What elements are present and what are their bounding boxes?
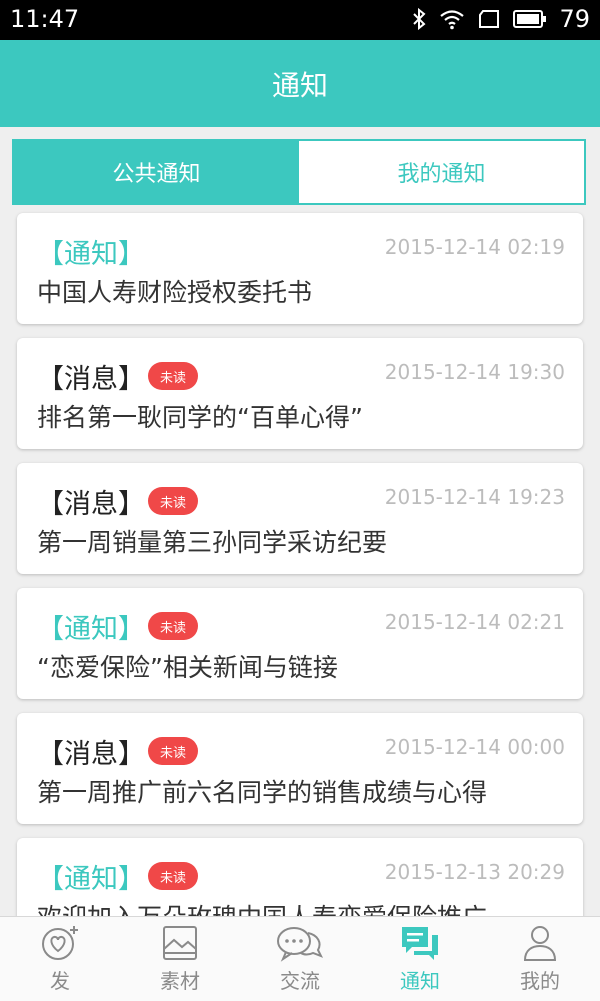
bottom-nav: 发 素材 交流 通知 我的 xyxy=(0,916,600,1001)
nav-item-profile[interactable]: 我的 xyxy=(480,917,600,1001)
wifi-icon xyxy=(439,8,465,30)
bluetooth-icon xyxy=(411,7,427,31)
notification-time: 2015-12-14 19:30 xyxy=(384,360,565,384)
notification-title: 第一周销量第三孙同学采访纪要 xyxy=(37,528,388,557)
notification-type: 【消息】 xyxy=(37,489,145,520)
sim-card-icon xyxy=(477,8,501,30)
notification-type: 【通知】 xyxy=(37,614,145,645)
notification-time: 2015-12-14 19:23 xyxy=(384,485,565,509)
tab-my-notifications[interactable]: 我的通知 xyxy=(299,141,584,203)
notification-tabs: 公共通知 我的通知 xyxy=(12,139,586,205)
notification-time: 2015-12-14 02:21 xyxy=(384,610,565,634)
list-item[interactable]: 【通知】 2015-12-14 02:19 中国人寿财险授权委托书 xyxy=(17,213,583,324)
nav-item-notifications[interactable]: 通知 xyxy=(360,917,480,1001)
tab-public-notifications[interactable]: 公共通知 xyxy=(14,141,299,203)
picture-icon xyxy=(158,923,202,965)
notification-title: 排名第一耿同学的“百单心得” xyxy=(37,403,363,432)
page-title: 通知 xyxy=(271,68,328,102)
list-item[interactable]: 【消息】 未读 2015-12-14 00:00 第一周推广前六名同学的销售成绩… xyxy=(17,713,583,824)
battery-icon xyxy=(513,9,547,29)
notification-title: 第一周推广前六名同学的销售成绩与心得 xyxy=(37,778,488,807)
list-item[interactable]: 【通知】 未读 2015-12-14 02:21 “恋爱保险”相关新闻与链接 xyxy=(17,588,583,699)
status-icons: 79 xyxy=(411,5,590,33)
unread-badge: 未读 xyxy=(148,362,198,390)
status-time: 11:47 xyxy=(10,5,80,33)
person-icon xyxy=(518,923,562,965)
nav-label: 发 xyxy=(50,969,70,993)
notification-time: 2015-12-13 20:29 xyxy=(384,860,565,884)
app-header: 通知 xyxy=(0,40,600,127)
notification-type: 【通知】 xyxy=(37,864,145,895)
nav-label: 我的 xyxy=(520,969,560,993)
notification-type: 【消息】 xyxy=(37,739,145,770)
unread-badge: 未读 xyxy=(148,487,198,515)
nav-item-materials[interactable]: 素材 xyxy=(120,917,240,1001)
notification-type: 【消息】 xyxy=(37,364,145,395)
notification-title: “恋爱保险”相关新闻与链接 xyxy=(37,653,338,682)
notification-type: 【通知】 xyxy=(37,239,145,270)
notification-time: 2015-12-14 00:00 xyxy=(384,735,565,759)
heart-add-icon xyxy=(38,923,82,965)
list-item[interactable]: 【消息】 未读 2015-12-14 19:23 第一周销量第三孙同学采访纪要 xyxy=(17,463,583,574)
unread-badge: 未读 xyxy=(148,737,198,765)
notification-time: 2015-12-14 02:19 xyxy=(384,235,565,259)
chat-bubbles-icon xyxy=(274,923,326,965)
unread-badge: 未读 xyxy=(148,612,198,640)
unread-badge: 未读 xyxy=(148,862,198,890)
status-bar: 11:47 79 xyxy=(0,0,600,40)
nav-label: 交流 xyxy=(280,969,320,993)
battery-level: 79 xyxy=(559,5,590,33)
nav-label: 素材 xyxy=(160,969,200,993)
nav-item-discussion[interactable]: 交流 xyxy=(240,917,360,1001)
notification-title: 中国人寿财险授权委托书 xyxy=(37,278,313,307)
notification-chat-icon xyxy=(398,923,442,965)
nav-item-post[interactable]: 发 xyxy=(0,917,120,1001)
nav-label: 通知 xyxy=(400,969,440,993)
list-item[interactable]: 【消息】 未读 2015-12-14 19:30 排名第一耿同学的“百单心得” xyxy=(17,338,583,449)
